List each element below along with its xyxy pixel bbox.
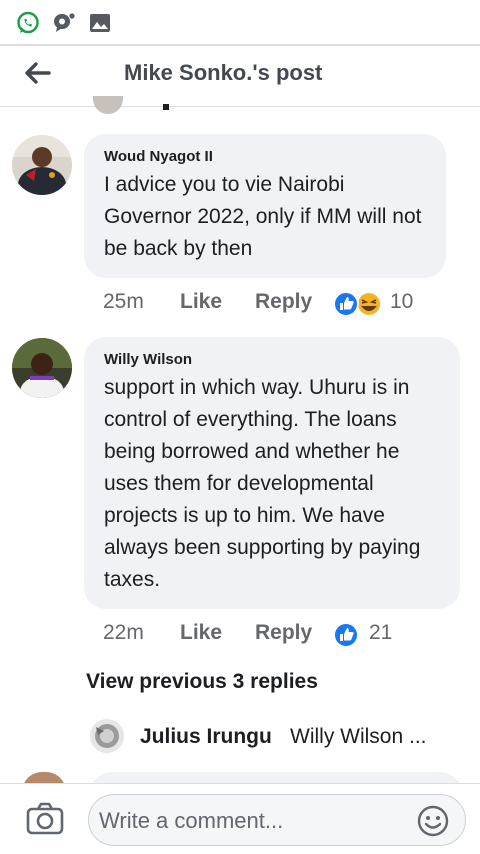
like-reaction-icon[interactable] [333, 621, 361, 648]
reactions[interactable] [333, 290, 383, 317]
reaction-count: 21 [369, 621, 393, 644]
reply-button[interactable]: Reply [255, 621, 312, 645]
comment-bubble: Woud Nyagot II I advice you to vie Nairo… [84, 134, 446, 278]
post-header: Mike Sonko.'s post [0, 46, 480, 106]
reply-button[interactable]: Reply [255, 290, 312, 314]
comment-actions: 22m Like Reply 21 [0, 621, 480, 651]
header-divider [0, 106, 480, 107]
comment-bubble: Willy Wilson support in which way. Uhuru… [84, 337, 460, 609]
comment-input[interactable]: Write a comment... [88, 794, 466, 846]
comment-text: I advice you to vie Nairobi Governor 202… [104, 173, 422, 260]
comment-actions: 25m Like Reply 10 [0, 290, 480, 320]
like-button[interactable]: Like [180, 290, 222, 314]
page-title: Mike Sonko.'s post [124, 60, 323, 85]
arrow-left-icon[interactable] [20, 56, 54, 90]
smiley-icon[interactable] [417, 805, 449, 837]
avatar[interactable] [12, 338, 72, 398]
comment-composer: Write a comment... [0, 783, 480, 854]
comment-author[interactable]: Willy Wilson [104, 351, 440, 368]
whatsapp-icon [16, 11, 40, 35]
comment-input-placeholder: Write a comment... [99, 808, 284, 833]
avatar[interactable] [12, 135, 72, 195]
chat-bubble-notification-icon [52, 11, 76, 35]
avatar[interactable] [90, 719, 124, 753]
reply-preview[interactable]: Julius Irungu Willy Wilson ... [90, 716, 470, 756]
like-button[interactable]: Like [180, 621, 222, 645]
avatar [93, 96, 123, 114]
view-previous-replies-link[interactable]: View previous 3 replies [86, 670, 318, 694]
comment-time: 25m [103, 290, 144, 313]
comment-text: support in which way. Uhuru is in contro… [104, 376, 421, 591]
reaction-count: 10 [390, 290, 414, 313]
clipped-text [163, 104, 169, 110]
gallery-icon [88, 11, 112, 35]
comment-time: 22m [103, 621, 144, 644]
reply-text: Willy Wilson ... [290, 725, 427, 748]
camera-icon[interactable] [26, 802, 64, 836]
status-bar [0, 0, 480, 44]
reply-author[interactable]: Julius Irungu [140, 725, 272, 749]
comment-author[interactable]: Woud Nyagot II [104, 148, 426, 165]
